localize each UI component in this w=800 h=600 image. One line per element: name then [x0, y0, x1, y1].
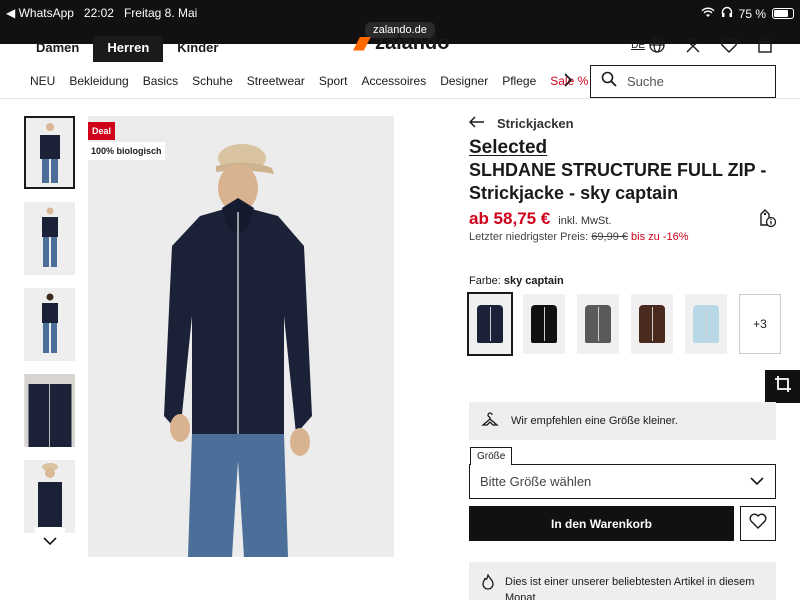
- arrow-left-icon: [468, 116, 485, 131]
- color-swatch[interactable]: [467, 292, 513, 356]
- zalando-logo-mark: [353, 36, 371, 51]
- size-select[interactable]: Bitte Größe wählen: [469, 464, 776, 499]
- color-swatch[interactable]: [523, 294, 565, 354]
- chevron-down-icon: [42, 533, 58, 551]
- battery-icon: [772, 8, 794, 19]
- lowest-price-label: Letzter niedrigster Preis:: [469, 231, 589, 243]
- product-title: SLHDANE STRUCTURE FULL ZIP - Strickjacke…: [469, 160, 767, 203]
- category-streetwear[interactable]: Streetwear: [247, 74, 305, 88]
- size-select-label: Größe: [470, 447, 513, 465]
- language-switch[interactable]: DE: [631, 36, 666, 54]
- wishlist-icon[interactable]: [720, 36, 738, 54]
- status-time: 22:02: [83, 6, 114, 20]
- thumbnail-2[interactable]: [24, 202, 75, 275]
- jacket-thumbnail: [639, 305, 665, 343]
- thumbnail-4[interactable]: [24, 374, 75, 447]
- category-bekleidung[interactable]: Bekleidung: [69, 74, 128, 88]
- headphones-icon: [721, 6, 733, 21]
- jacket-thumbnail: [585, 305, 611, 343]
- category-sport[interactable]: Sport: [319, 74, 348, 88]
- thumbnail-3[interactable]: [24, 288, 75, 361]
- category-nav: NEU Bekleidung Basics Schuhe Streetwear …: [30, 74, 602, 88]
- tab-kinder[interactable]: Kinder: [163, 36, 232, 62]
- popularity-notice: Dies ist einer unserer beliebtesten Arti…: [469, 562, 776, 600]
- color-swatch[interactable]: [631, 294, 673, 354]
- tab-herren[interactable]: Herren: [93, 36, 164, 62]
- heart-icon: [749, 513, 767, 534]
- search-input[interactable]: [627, 74, 757, 89]
- back-to-app-link[interactable]: ◀ WhatsApp: [6, 6, 74, 20]
- tax-note: inkl. MwSt.: [558, 215, 612, 227]
- product-model-illustration: [164, 144, 312, 557]
- breadcrumb-category[interactable]: Strickjacken: [497, 116, 574, 131]
- hanger-icon: [481, 411, 499, 432]
- category-schuhe[interactable]: Schuhe: [192, 74, 233, 88]
- price-info-tag-icon[interactable]: [757, 208, 777, 233]
- status-date: Freitag 8. Mai: [123, 6, 198, 20]
- more-colors-button[interactable]: +3: [739, 294, 781, 354]
- size-select-value: Bitte Größe wählen: [480, 474, 592, 489]
- breadcrumb-back[interactable]: Strickjacken: [468, 116, 574, 131]
- jacket-thumbnail: [477, 305, 503, 343]
- zalando-logo[interactable]: zalando: [353, 32, 449, 55]
- deal-badge: Deal: [88, 122, 116, 140]
- color-label: Farbe: sky captain: [469, 275, 564, 287]
- chevron-right-icon[interactable]: [563, 72, 573, 93]
- zalando-logo-text: zalando: [375, 32, 450, 54]
- add-to-wishlist-button[interactable]: [740, 506, 776, 541]
- price-row: ab 58,75 € inkl. MwSt.: [469, 209, 611, 229]
- category-neu[interactable]: NEU: [30, 74, 55, 88]
- jacket-thumbnail: [693, 305, 719, 343]
- add-to-cart-button[interactable]: In den Warenkorb: [469, 506, 734, 541]
- thumbnail-list: [24, 116, 76, 546]
- color-swatch[interactable]: [685, 294, 727, 354]
- popularity-text: Dies ist einer unserer beliebtesten Arti…: [505, 576, 755, 600]
- flame-icon: [481, 573, 495, 600]
- crop-tool-button[interactable]: [765, 370, 800, 403]
- language-code: DE: [631, 39, 645, 51]
- search-box[interactable]: [590, 65, 776, 98]
- jacket-thumbnail: [531, 305, 557, 343]
- category-pflege[interactable]: Pflege: [502, 74, 536, 88]
- organic-badge: 100% biologisch: [88, 142, 165, 160]
- color-label-text: Farbe:: [469, 275, 501, 287]
- gender-nav: Damen Herren Kinder: [22, 36, 232, 62]
- color-swatch[interactable]: [577, 294, 619, 354]
- account-icon[interactable]: [684, 36, 702, 54]
- category-designer[interactable]: Designer: [440, 74, 488, 88]
- globe-icon: [648, 36, 666, 54]
- lowest-price-info: Letzter niedrigster Preis: 69,99 € bis z…: [469, 231, 689, 243]
- lowest-price-discount: bis zu -16%: [631, 231, 689, 243]
- crop-icon: [774, 375, 792, 398]
- color-swatches: +3: [467, 292, 781, 356]
- thumbnail-5[interactable]: [24, 460, 75, 533]
- header-divider: [0, 98, 800, 99]
- battery-percent: 75 %: [738, 6, 766, 21]
- color-value: sky captain: [503, 275, 564, 287]
- header-actions: DE: [631, 36, 774, 54]
- size-recommendation-text: Wir empfehlen eine Größe kleiner.: [511, 415, 678, 427]
- product-main-image[interactable]: Deal 100% biologisch: [88, 116, 394, 557]
- thumbnails-scroll-down[interactable]: [35, 527, 65, 557]
- wifi-icon: [701, 7, 715, 21]
- size-recommendation: Wir empfehlen eine Größe kleiner.: [469, 402, 776, 440]
- lowest-price-value: 69,99 €: [591, 231, 628, 243]
- category-basics[interactable]: Basics: [143, 74, 178, 88]
- search-icon: [601, 71, 617, 92]
- cart-bag-icon[interactable]: [756, 36, 774, 54]
- tab-damen[interactable]: Damen: [22, 36, 93, 62]
- chevron-down-icon: [749, 474, 765, 489]
- category-accessoires[interactable]: Accessoires: [362, 74, 427, 88]
- thumbnail-1[interactable]: [24, 116, 75, 189]
- product-brand[interactable]: Selected: [469, 137, 547, 159]
- product-price: ab 58,75 €: [469, 209, 551, 228]
